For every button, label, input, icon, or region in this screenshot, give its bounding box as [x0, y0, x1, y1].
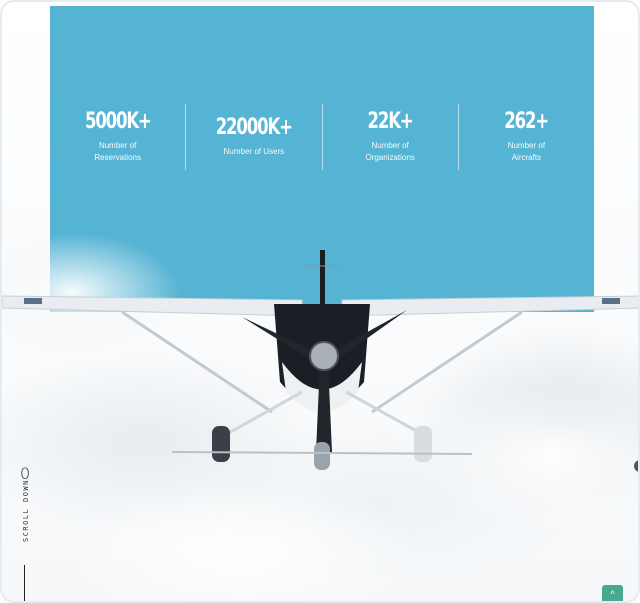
stat-aircrafts: 262+ Number of Aircrafts — [459, 102, 594, 172]
stat-label: Number of Organizations — [365, 140, 415, 162]
scroll-indicator-line — [24, 565, 25, 601]
stat-organizations: 22K+ Number of Organizations — [323, 102, 458, 172]
back-to-top-button[interactable]: ^ — [602, 585, 623, 601]
chevron-up-icon: ^ — [610, 589, 615, 599]
stat-users: 22000K+ Number of Users — [186, 102, 321, 172]
stat-value: 22000K+ — [215, 114, 293, 140]
stat-label: Number of Reservations — [94, 140, 141, 162]
page-frame: 5000K+ Number of Reservations 22000K+ Nu… — [0, 0, 640, 603]
scroll-down-label[interactable]: SCROLL DOWN — [22, 479, 30, 542]
stat-label: Number of Aircrafts — [507, 140, 546, 162]
side-nav-handle[interactable] — [634, 460, 638, 472]
airplane-illustration — [2, 250, 638, 470]
stats-row: 5000K+ Number of Reservations 22000K+ Nu… — [50, 102, 594, 172]
stat-value: 5000K+ — [84, 108, 152, 134]
stat-label: Number of Users — [223, 146, 285, 156]
stat-value: 22K+ — [367, 108, 414, 134]
stat-value: 262+ — [504, 108, 549, 134]
stat-reservations: 5000K+ Number of Reservations — [50, 102, 185, 172]
